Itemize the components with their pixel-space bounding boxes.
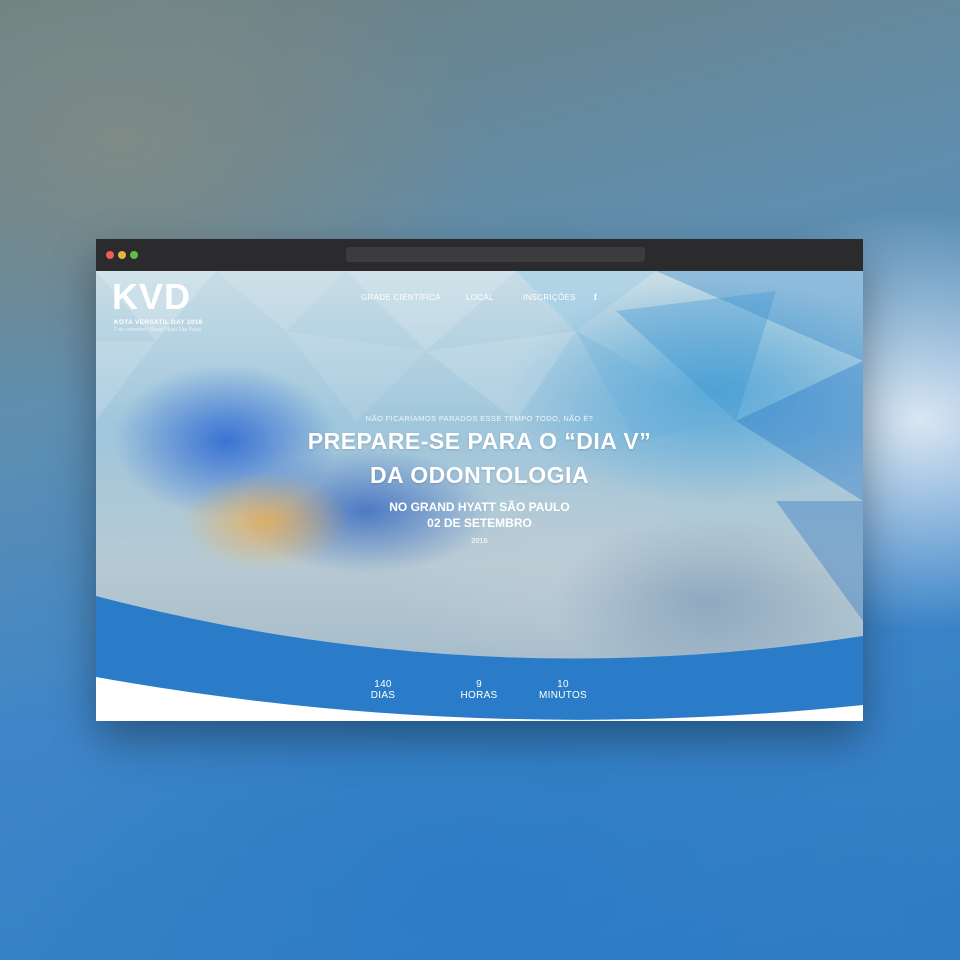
kvd-logo[interactable]: KVD KOTA VERSATIL DAY 2016 2 de setembro… [112,279,222,335]
hero-year: 2016 [471,536,488,545]
minimize-window-button[interactable] [118,251,126,259]
hero-kicker: NÃO FICARÍAMOS PARADOS ESSE TEMPO TODO, … [365,414,594,423]
countdown-days-unit: DIAS [370,690,396,701]
landing-page: KVD KOTA VERSATIL DAY 2016 2 de setembro… [96,271,863,721]
countdown-hours: 9 HORAS [449,679,509,701]
countdown: 140 DIAS 9 HORAS 10 MINUTOS [96,679,863,709]
address-bar[interactable] [346,247,645,262]
countdown-days-value: 140 [374,679,392,690]
browser-titlebar [96,239,863,271]
countdown-minutes-value: 10 [557,679,569,690]
browser-window: KVD KOTA VERSATIL DAY 2016 2 de setembro… [96,239,863,721]
nav-inscricoes[interactable]: INSCRIÇÕES [523,293,576,302]
hero-headline-line2: DA ODONTOLOGIA [369,462,590,488]
countdown-minutes-unit: MINUTOS [538,690,588,701]
main-nav: GRADE CIENTÍFICA LOCAL INSCRIÇÕES f [96,292,863,307]
nav-grade-cientifica[interactable]: GRADE CIENTÍFICA [361,293,441,302]
hero-date: 02 DE SETEMBRO [427,516,532,530]
hero-curve [96,596,863,721]
close-window-button[interactable] [106,251,114,259]
logo-event-name: KOTA VERSATIL DAY 2016 [114,319,203,326]
countdown-days: 140 DIAS [353,679,413,701]
countdown-hours-unit: HORAS [460,690,498,701]
zoom-window-button[interactable] [130,251,138,259]
logo-event-info: 2 de setembro | Grand Hyatt São Paulo [114,327,202,333]
facebook-icon[interactable]: f [594,292,597,302]
hero-headline-line1: PREPARE-SE PARA O “DIA V” [307,428,652,454]
hero-venue: NO GRAND HYATT SÃO PAULO [389,500,570,514]
nav-local[interactable]: LOCAL [466,293,494,302]
countdown-hours-value: 9 [476,679,482,690]
countdown-minutes: 10 MINUTOS [533,679,593,701]
